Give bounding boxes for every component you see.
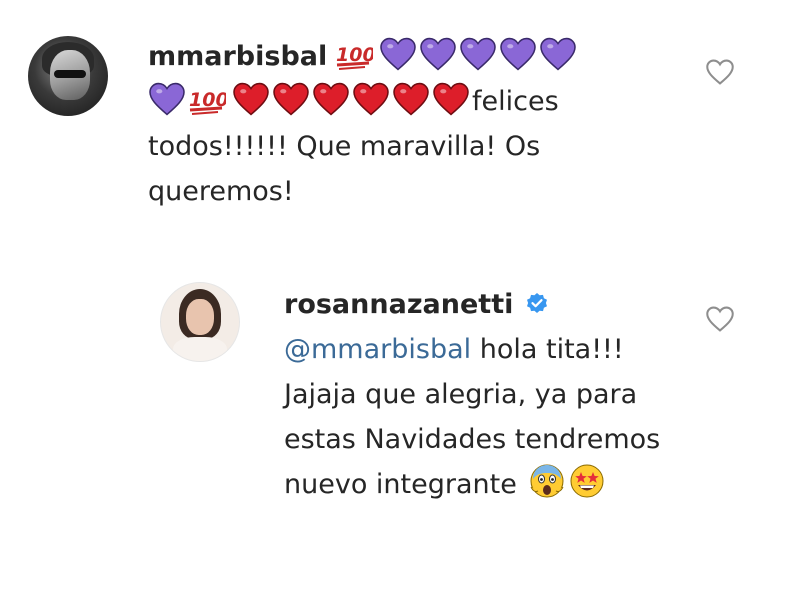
reply-username[interactable]: rosannazanetti: [284, 289, 513, 320]
verified-badge-icon: [527, 293, 548, 313]
red-heart-icon: [273, 82, 309, 116]
mention-link[interactable]: @mmarbisbal: [284, 334, 471, 365]
purple-heart-icon: [420, 37, 457, 71]
comment-text-block: mmarbisbal 100 100 felices todos!!!!!! Que …: [148, 34, 658, 214]
purple-heart-icon: [500, 37, 537, 71]
like-heart-icon[interactable]: [704, 305, 736, 333]
red-heart-icon: [393, 82, 429, 116]
red-heart-icon: [313, 82, 349, 116]
comment-content: mmarbisbal 100 100 felices todos!!!!!! Que …: [148, 34, 658, 214]
avatar-body: [173, 337, 227, 361]
red-heart-icon: [433, 82, 469, 116]
face-screaming-in-fear-icon: [530, 464, 564, 498]
avatar-rosannazanetti[interactable]: [160, 282, 240, 362]
comment-thread: mmarbisbal 100 100 felices todos!!!!!! Que …: [0, 0, 800, 600]
reply-content: rosannazanetti @mmarbisbal hola tita!!! J…: [284, 282, 684, 507]
purple-heart-icon: [380, 37, 417, 71]
purple-heart-icon: [149, 82, 185, 116]
reply-text-block: rosannazanetti @mmarbisbal hola tita!!! J…: [284, 282, 684, 507]
purple-heart-icon: [460, 37, 497, 71]
hundred-points-icon: 100: [336, 44, 373, 70]
like-heart-icon[interactable]: [704, 58, 736, 86]
red-heart-icon: [353, 82, 389, 116]
hundred-points-icon: 100: [189, 89, 226, 115]
purple-heart-icon: [540, 37, 577, 71]
avatar-face: [186, 299, 214, 335]
red-heart-icon: [233, 82, 269, 116]
star-struck-icon: [570, 464, 604, 498]
avatar-mmarbisbal[interactable]: [28, 36, 108, 116]
comment-username[interactable]: mmarbisbal: [148, 41, 327, 72]
avatar-sunglasses: [54, 70, 86, 78]
